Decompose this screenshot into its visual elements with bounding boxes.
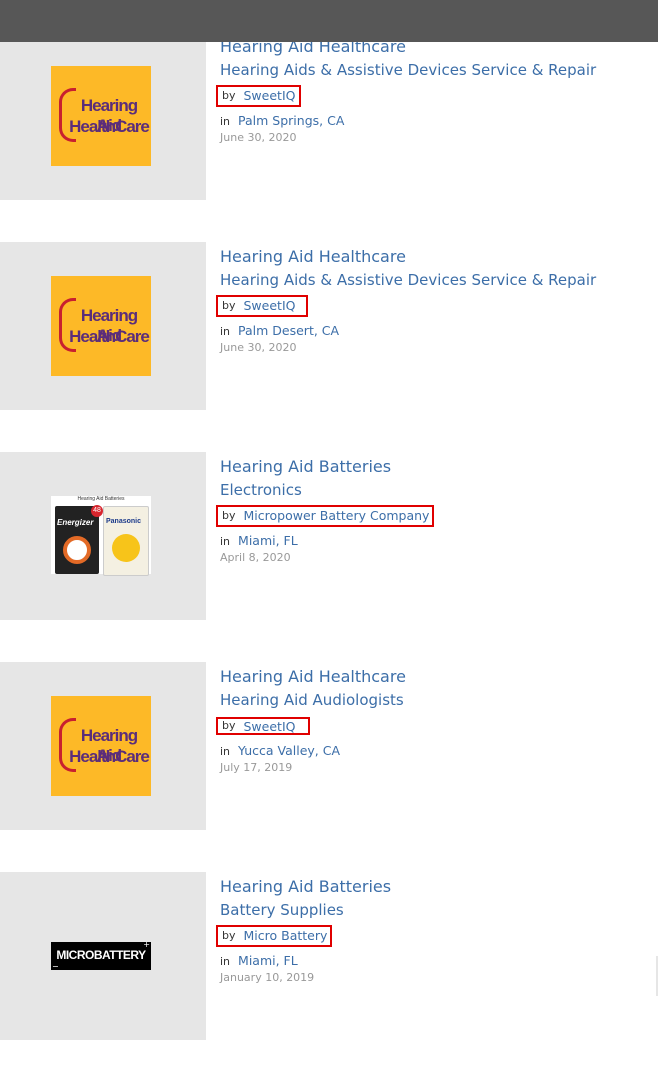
- author-link[interactable]: SweetIQ: [244, 297, 296, 315]
- location-link[interactable]: Palm Desert, CA: [238, 323, 339, 338]
- listing-title[interactable]: Hearing Aid Batteries: [220, 457, 391, 476]
- battery-pack-image: Hearing Aid Batteries Energizer Panasoni…: [51, 496, 151, 576]
- by-label: by: [222, 929, 236, 942]
- author-link[interactable]: Micropower Battery Company: [244, 507, 430, 525]
- battery-dial-icon: [112, 534, 140, 562]
- in-label: in: [220, 745, 231, 758]
- listing-location: in Yucca Valley, CA: [220, 740, 340, 759]
- listing-thumbnail[interactable]: Hearing Aid HealthCare: [0, 242, 206, 410]
- by-label: by: [222, 89, 236, 102]
- listing-date: June 30, 2020: [220, 131, 297, 144]
- in-label: in: [220, 535, 231, 548]
- listing-date: January 10, 2019: [220, 971, 315, 984]
- author-byline: by SweetIQ: [216, 295, 308, 317]
- listing-title[interactable]: Hearing Aid Batteries: [220, 877, 391, 896]
- listing-category[interactable]: Battery Supplies: [220, 901, 344, 919]
- in-label: in: [220, 325, 231, 338]
- listing-thumbnail[interactable]: Hearing Aid Batteries Energizer Panasoni…: [0, 452, 206, 620]
- author-byline: by SweetIQ: [216, 85, 302, 107]
- hearing-aid-healthcare-logo: Hearing Aid HealthCare: [51, 696, 151, 796]
- location-link[interactable]: Miami, FL: [238, 533, 298, 548]
- location-link[interactable]: Palm Springs, CA: [238, 113, 344, 128]
- listing-thumbnail[interactable]: + MICROBATTERY −: [0, 872, 206, 1040]
- in-label: in: [220, 115, 231, 128]
- listing-category[interactable]: Hearing Aids & Assistive Devices Service…: [220, 271, 596, 289]
- listing-item: Hearing Aid Batteries Energizer Panasoni…: [0, 452, 658, 620]
- listing-category[interactable]: Electronics: [220, 481, 302, 499]
- listing-thumbnail[interactable]: Hearing Aid HealthCare: [0, 32, 206, 200]
- location-link[interactable]: Miami, FL: [238, 953, 298, 968]
- hearing-aid-healthcare-logo: Hearing Aid HealthCare: [51, 276, 151, 376]
- author-link[interactable]: Micro Battery: [244, 927, 328, 945]
- listing-item: Hearing Aid HealthCare Hearing Aid Healt…: [0, 662, 658, 830]
- author-byline: by SweetIQ: [216, 717, 310, 735]
- top-navigation-bar: [0, 0, 658, 42]
- author-link[interactable]: SweetIQ: [244, 87, 296, 105]
- by-label: by: [222, 719, 236, 732]
- by-label: by: [222, 299, 236, 312]
- listing-category[interactable]: Hearing Aid Audiologists: [220, 691, 404, 709]
- battery-dial-icon: [63, 536, 91, 564]
- listing-category[interactable]: Hearing Aids & Assistive Devices Service…: [220, 61, 596, 79]
- listing-location: in Miami, FL: [220, 950, 298, 969]
- listing-item: Hearing Aid HealthCare Hearing Aid Healt…: [0, 32, 658, 200]
- listing-thumbnail[interactable]: Hearing Aid HealthCare: [0, 662, 206, 830]
- listing-date: July 17, 2019: [220, 761, 293, 774]
- author-byline: by Micropower Battery Company: [216, 505, 434, 527]
- location-link[interactable]: Yucca Valley, CA: [238, 743, 340, 758]
- microbattery-logo: + MICROBATTERY −: [51, 940, 151, 971]
- listing-title[interactable]: Hearing Aid Healthcare: [220, 247, 406, 266]
- listing-date: April 8, 2020: [220, 551, 291, 564]
- listing-date: June 30, 2020: [220, 341, 297, 354]
- listing-item: + MICROBATTERY − Hearing Aid Batteries B…: [0, 872, 658, 1040]
- by-label: by: [222, 509, 236, 522]
- author-byline: by Micro Battery: [216, 925, 332, 947]
- listing-title[interactable]: Hearing Aid Healthcare: [220, 667, 406, 686]
- listing-item: Hearing Aid HealthCare Hearing Aid Healt…: [0, 242, 658, 410]
- in-label: in: [220, 955, 231, 968]
- author-link[interactable]: SweetIQ: [244, 719, 296, 735]
- hearing-aid-healthcare-logo: Hearing Aid HealthCare: [51, 66, 151, 166]
- listing-location: in Palm Springs, CA: [220, 110, 344, 129]
- listing-location: in Miami, FL: [220, 530, 298, 549]
- listing-location: in Palm Desert, CA: [220, 320, 339, 339]
- minus-icon: −: [52, 962, 59, 971]
